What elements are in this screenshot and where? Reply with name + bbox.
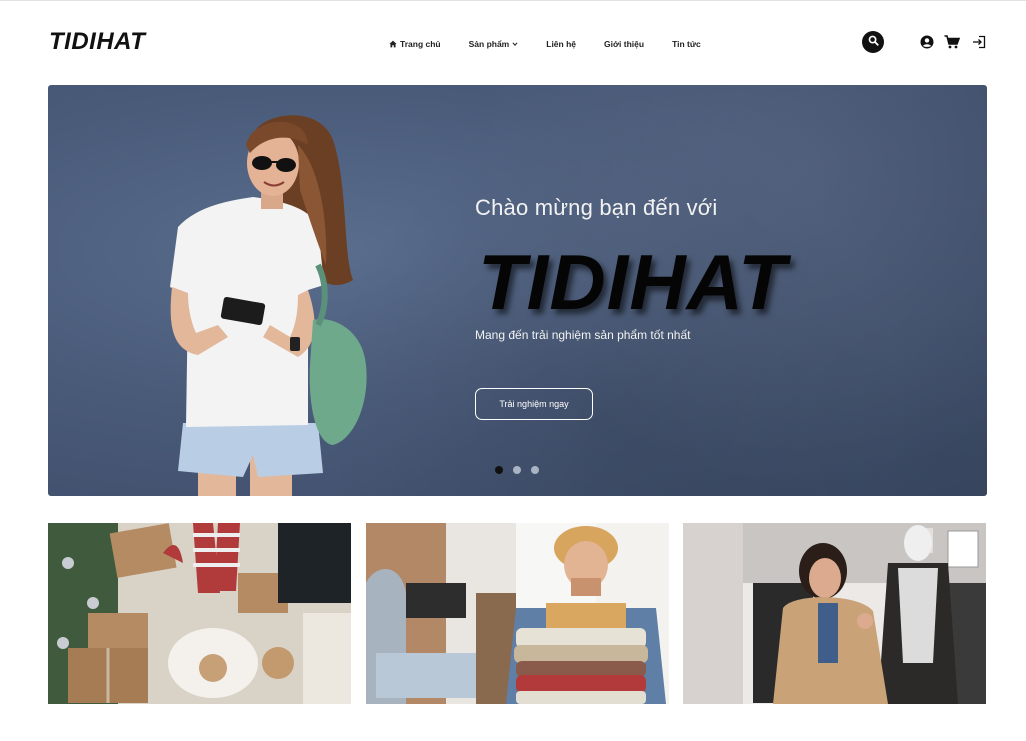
home-icon (389, 40, 397, 48)
nav-label-news: Tin tức (672, 39, 701, 49)
nav-item-about[interactable]: Giới thiệu (604, 39, 644, 49)
login-icon[interactable] (971, 34, 987, 50)
nav-label-home: Trang chủ (400, 39, 441, 49)
hero-cta-button[interactable]: Trải nghiệm ngay (475, 388, 593, 420)
main-nav: Trang chủ Sản phẩm Liên hệ Giới thiệu Ti… (389, 39, 701, 49)
hero-brand-title: TIDIHAT (478, 238, 787, 326)
hero-subtitle: Mang đến trải nghiệm sản phẩm tốt nhất (475, 328, 691, 342)
carousel-indicators (495, 466, 539, 474)
nav-label-about: Giới thiệu (604, 39, 645, 49)
hero-model-illustration (170, 115, 367, 496)
hero-greeting: Chào mừng bạn đến với (475, 195, 718, 220)
search-icon (868, 33, 879, 51)
search-button[interactable] (862, 31, 884, 53)
nav-item-news[interactable]: Tin tức (672, 39, 701, 49)
logo[interactable]: TIDIHAT (49, 28, 145, 56)
top-border (0, 0, 1026, 1)
carousel-dot-2[interactable] (513, 466, 521, 474)
carousel-dot-3[interactable] (531, 466, 539, 474)
chevron-down-icon (512, 41, 518, 47)
nav-item-home[interactable]: Trang chủ (389, 39, 441, 49)
nav-label-contact: Liên hệ (546, 39, 577, 49)
christmas-gifts-photo[interactable] (48, 523, 351, 704)
user-icon[interactable] (919, 34, 935, 50)
cart-icon[interactable] (944, 34, 960, 50)
shopping-coat-photo[interactable] (683, 523, 986, 704)
nav-label-products: Sản phẩm (468, 39, 510, 49)
hero-banner: Chào mừng bạn đến với TIDIHAT Mang đến t… (48, 85, 987, 496)
carousel-dot-1[interactable] (495, 466, 503, 474)
clothing-stack-photo[interactable] (366, 523, 669, 704)
nav-item-contact[interactable]: Liên hệ (546, 39, 576, 49)
nav-item-products[interactable]: Sản phẩm (469, 39, 519, 49)
